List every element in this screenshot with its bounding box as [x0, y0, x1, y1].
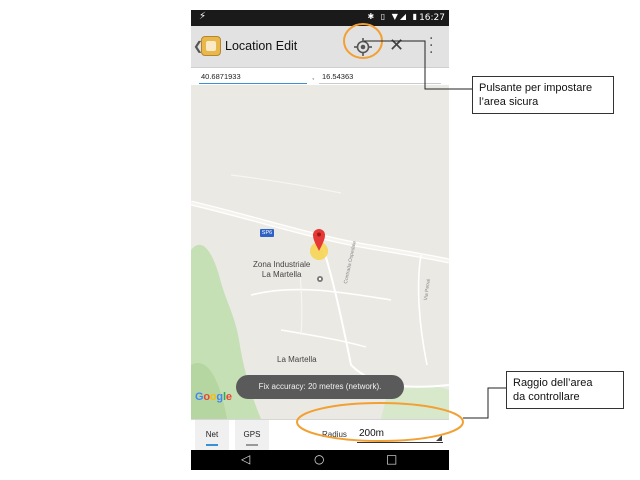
annotation-text: l’area sicura	[479, 96, 539, 108]
page: ⚡ ✱ ▯ ▼◢ ▮ 16:27 ❮ Location Edit ✕ · · · 4…	[0, 0, 640, 480]
annotation-text: Pulsante per impostare	[479, 82, 593, 94]
annotation-text: da controllare	[513, 391, 580, 403]
annotation-text: Raggio dell’area	[513, 377, 593, 389]
annotation-safe-area: Pulsante per impostare l’area sicura	[472, 76, 614, 114]
highlight-ellipse-bottom	[296, 402, 464, 442]
annotation-radius: Raggio dell’area da controllare	[506, 371, 624, 409]
callout-line-bottom	[463, 387, 508, 419]
